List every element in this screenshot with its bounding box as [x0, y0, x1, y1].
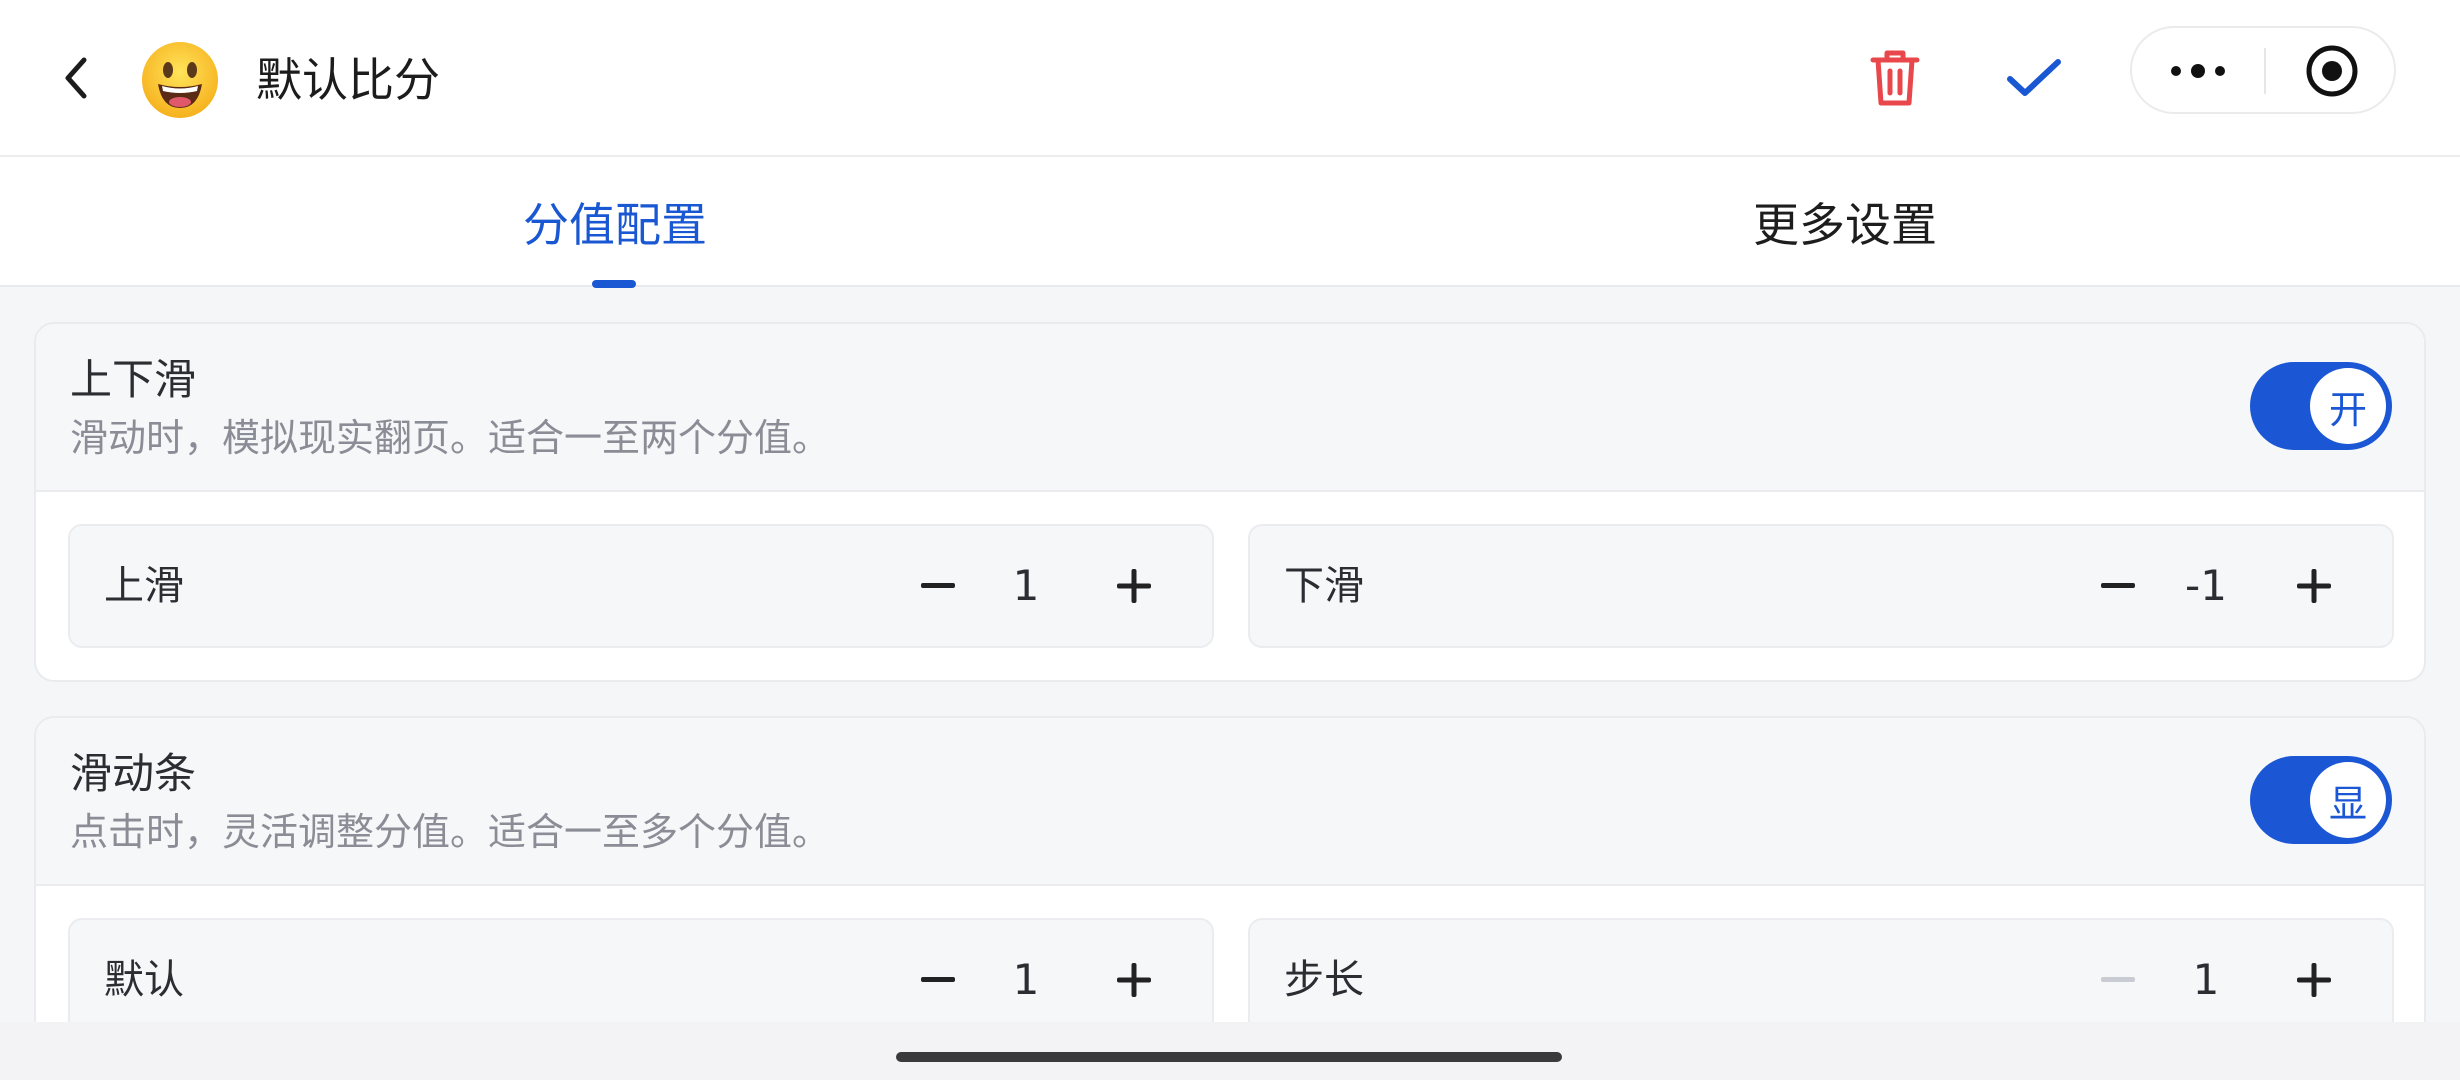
- increment-button[interactable]: [2276, 548, 2352, 624]
- minus-icon: [921, 583, 955, 588]
- section-header: 滑动条 点击时，灵活调整分值。适合一至多个分值。 显: [36, 718, 2424, 886]
- decrement-button[interactable]: [900, 942, 976, 1018]
- swipe-toggle[interactable]: 开: [2250, 362, 2392, 450]
- stepper-label: 上滑: [104, 563, 184, 609]
- back-button[interactable]: [48, 45, 104, 111]
- swipe-section-card: 上下滑 滑动时，模拟现实翻页。适合一至两个分值。 开 上滑 1 下滑 -1: [34, 322, 2426, 682]
- confirm-button[interactable]: [1998, 40, 2070, 116]
- decrement-button-disabled[interactable]: [2080, 942, 2156, 1018]
- more-button[interactable]: [2162, 44, 2234, 98]
- more-dots-icon: [2171, 64, 2225, 78]
- slider-toggle[interactable]: 显: [2250, 756, 2392, 844]
- active-tab-indicator: [592, 280, 636, 288]
- swipe-down-stepper: 下滑 -1: [1248, 524, 2394, 648]
- tab-more-settings[interactable]: 更多设置: [1660, 157, 2030, 287]
- close-miniprogram-button[interactable]: [2296, 42, 2368, 100]
- swipe-up-stepper: 上滑 1: [68, 524, 1214, 648]
- check-icon: [2007, 59, 2061, 96]
- capsule-divider: [2264, 48, 2266, 94]
- bottom-gesture-area: [0, 1022, 2460, 1080]
- mini-program-capsule: [2130, 26, 2396, 114]
- increment-button[interactable]: [2276, 942, 2352, 1018]
- increment-button[interactable]: [1096, 942, 1172, 1018]
- section-title: 上下滑: [70, 355, 197, 404]
- toggle-knob: 开: [2310, 368, 2386, 444]
- minus-icon: [921, 977, 955, 982]
- emoji-smile-icon: [140, 40, 220, 120]
- section-description: 滑动时，模拟现实翻页。适合一至两个分值。: [70, 416, 831, 460]
- section-header: 上下滑 滑动时，模拟现实翻页。适合一至两个分值。 开: [36, 324, 2424, 492]
- trash-icon: [1870, 50, 1920, 106]
- plus-icon: [1117, 963, 1151, 997]
- decrement-button[interactable]: [2080, 548, 2156, 624]
- stepper-value: 1: [1012, 561, 1040, 610]
- plus-icon: [2297, 569, 2331, 603]
- section-description: 点击时，灵活调整分值。适合一至多个分值。: [70, 810, 831, 854]
- top-bar: 默认比分: [0, 0, 2460, 157]
- section-title: 滑动条: [70, 749, 197, 798]
- plus-icon: [2297, 963, 2331, 997]
- decrement-button[interactable]: [900, 548, 976, 624]
- tab-score-config[interactable]: 分值配置: [430, 157, 800, 287]
- minus-icon: [2101, 583, 2135, 588]
- stepper-value: -1: [2185, 561, 2227, 610]
- delete-button[interactable]: [1860, 40, 1930, 116]
- home-indicator[interactable]: [896, 1052, 1562, 1062]
- tab-bar: 分值配置 更多设置: [0, 157, 2460, 287]
- target-circle-icon: [2306, 45, 2358, 97]
- toggle-knob: 显: [2310, 762, 2386, 838]
- stepper-label: 下滑: [1284, 563, 1364, 609]
- plus-icon: [1117, 569, 1151, 603]
- page-title: 默认比分: [256, 53, 440, 107]
- increment-button[interactable]: [1096, 548, 1172, 624]
- minus-icon: [2101, 977, 2135, 982]
- chevron-left-icon: [65, 57, 87, 99]
